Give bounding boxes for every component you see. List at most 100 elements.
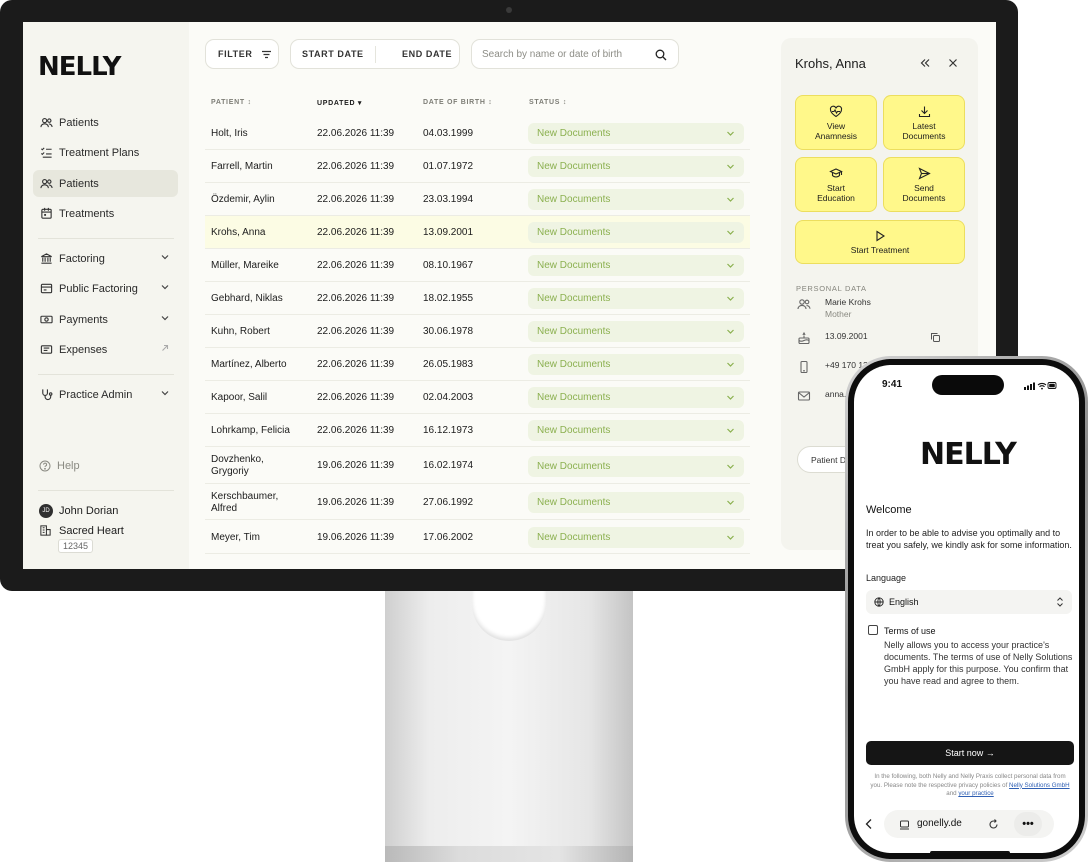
status-select[interactable]: New Documents xyxy=(528,189,744,210)
birth-date: 30.06.1978 xyxy=(423,325,474,337)
latest-documents-button[interactable]: Latest Documents xyxy=(883,95,965,150)
receipt-icon xyxy=(39,343,53,357)
status-select[interactable]: New Documents xyxy=(528,387,744,408)
table-row[interactable]: Dovzhenko, Grygoriy 19.06.2026 11:39 16.… xyxy=(205,448,750,484)
column-header-status[interactable]: STATUS ↕ xyxy=(529,99,567,106)
status-label: New Documents xyxy=(537,260,611,271)
help-link[interactable]: Help xyxy=(39,460,80,472)
avatar: JD xyxy=(39,504,53,518)
view-anamnesis-button[interactable]: View Anamnesis xyxy=(795,95,877,150)
filter-button[interactable]: FILTER xyxy=(205,39,279,69)
status-label: New Documents xyxy=(537,194,611,205)
column-header-dob[interactable]: DATE OF BIRTH ↕ xyxy=(423,99,493,106)
table-row[interactable]: Kerschbaumer, Alfred 19.06.2026 11:39 27… xyxy=(205,485,750,520)
patient-name: Farrell, Martin xyxy=(211,160,273,172)
tabs-icon[interactable] xyxy=(899,820,910,830)
status-select[interactable]: New Documents xyxy=(528,456,744,477)
chevron-down-icon xyxy=(727,535,734,540)
status-select[interactable]: New Documents xyxy=(528,156,744,177)
start-education-button[interactable]: Start Education xyxy=(795,157,877,212)
date-range-picker[interactable]: START DATE END DATE xyxy=(290,39,460,69)
reload-icon[interactable] xyxy=(988,819,999,830)
send-documents-button[interactable]: Send Documents xyxy=(883,157,965,212)
updated-date: 22.06.2026 11:39 xyxy=(317,193,395,205)
start-date-field[interactable]: START DATE xyxy=(302,49,364,59)
table-row[interactable]: Müller, Mareike 22.06.2026 11:39 08.10.1… xyxy=(205,249,750,282)
status-select[interactable]: New Documents xyxy=(528,123,744,144)
status-select[interactable]: New Documents xyxy=(528,222,744,243)
patient-name: Meyer, Tim xyxy=(211,531,260,543)
status-select[interactable]: New Documents xyxy=(528,354,744,375)
start-now-button[interactable]: Start now → xyxy=(866,741,1074,765)
birth-date: 08.10.1967 xyxy=(423,259,474,271)
sidebar-item-patients[interactable]: Patients xyxy=(33,109,178,136)
user-profile[interactable]: JD John Dorian xyxy=(39,504,118,518)
table-row[interactable]: Lohrkamp, Felicia 22.06.2026 11:39 16.12… xyxy=(205,414,750,447)
table-row[interactable]: Kapoor, Salil 22.06.2026 11:39 02.04.200… xyxy=(205,381,750,414)
status-label: New Documents xyxy=(537,497,611,508)
heart-pulse-icon xyxy=(829,105,843,117)
column-header-patient[interactable]: PATIENT ↕ xyxy=(211,99,252,106)
birth-date: 27.06.1992 xyxy=(423,496,474,508)
chevron-down-icon xyxy=(161,285,169,290)
search-box[interactable] xyxy=(471,39,679,69)
sidebar-item-practice-admin[interactable]: Practice Admin xyxy=(33,381,178,408)
start-treatment-button[interactable]: Start Treatment xyxy=(795,220,965,264)
status-icons xyxy=(1024,382,1057,390)
sidebar-item-patients-active[interactable]: Patients xyxy=(33,170,178,197)
search-input[interactable] xyxy=(482,48,652,60)
status-select[interactable]: New Documents xyxy=(528,527,744,548)
privacy-notice: In the following, both Nelly and Nelly P… xyxy=(868,773,1072,799)
close-icon[interactable] xyxy=(947,57,959,69)
status-select[interactable]: New Documents xyxy=(528,420,744,441)
chevron-down-icon xyxy=(727,329,734,334)
table-row[interactable]: Gebhard, Niklas 22.06.2026 11:39 18.02.1… xyxy=(205,282,750,315)
status-select[interactable]: New Documents xyxy=(528,288,744,309)
copy-icon[interactable] xyxy=(930,332,941,343)
sidebar-item-treatment-plans[interactable]: Treatment Plans xyxy=(33,139,178,166)
sidebar-item-payments[interactable]: Payments xyxy=(33,306,178,333)
status-label: New Documents xyxy=(537,227,611,238)
table-row-selected[interactable]: Krohs, Anna 22.06.2026 11:39 13.09.2001 … xyxy=(205,216,750,249)
table-row[interactable]: Martínez, Alberto 22.06.2026 11:39 26.05… xyxy=(205,348,750,381)
table-row[interactable]: Meyer, Tim 19.06.2026 11:39 17.06.2002 N… xyxy=(205,521,750,554)
contact-person: Marie Krohs Mother xyxy=(797,297,871,319)
search-icon[interactable] xyxy=(655,49,667,61)
table-row[interactable]: Farrell, Martin 22.06.2026 11:39 01.07.1… xyxy=(205,150,750,183)
status-label: New Documents xyxy=(537,326,611,337)
filter-label: FILTER xyxy=(218,49,253,59)
status-label: New Documents xyxy=(537,359,611,370)
more-options-icon[interactable]: ••• xyxy=(1014,812,1042,836)
sidebar-item-treatments[interactable]: Treatments xyxy=(33,200,178,227)
practice-code-badge: 12345 xyxy=(58,539,94,553)
collapse-icon[interactable] xyxy=(919,57,931,69)
terms-checkbox[interactable] xyxy=(868,625,878,635)
table-row[interactable]: Özdemir, Aylin 22.06.2026 11:39 23.03.19… xyxy=(205,183,750,216)
chevron-down-icon xyxy=(727,500,734,505)
chevron-down-icon xyxy=(727,131,734,136)
column-header-label: UPDATED xyxy=(317,100,356,107)
table-row[interactable]: Kuhn, Robert 22.06.2026 11:39 30.06.1978… xyxy=(205,315,750,348)
end-date-field[interactable]: END DATE xyxy=(402,49,452,59)
sidebar-item-public-factoring[interactable]: Public Factoring xyxy=(33,275,178,302)
patient-name: Müller, Mareike xyxy=(211,259,279,271)
phone-bezel: 9:41 NELLY Welcome In order to be able t… xyxy=(848,359,1085,859)
back-icon[interactable] xyxy=(864,818,874,830)
status-select[interactable]: New Documents xyxy=(528,321,744,342)
status-select[interactable]: New Documents xyxy=(528,492,744,513)
privacy-and: and xyxy=(946,790,957,797)
sidebar-item-expenses[interactable]: Expenses xyxy=(33,336,178,363)
privacy-link-nelly[interactable]: Nelly Solutions GmbH xyxy=(1009,782,1070,789)
status-select[interactable]: New Documents xyxy=(528,255,744,276)
mobile-app-screen: 9:41 NELLY Welcome In order to be able t… xyxy=(854,365,1079,853)
patient-name: Lohrkamp, Felicia xyxy=(211,424,290,436)
chevron-down-icon xyxy=(727,362,734,367)
external-link-icon xyxy=(162,344,169,351)
birth-date: 01.07.1972 xyxy=(423,160,474,172)
column-header-label: PATIENT xyxy=(211,99,245,106)
sidebar-item-factoring[interactable]: Factoring xyxy=(33,245,178,272)
language-select[interactable]: English xyxy=(866,590,1072,614)
column-header-updated[interactable]: UPDATED ▾ xyxy=(317,99,362,107)
table-row[interactable]: Holt, Iris 22.06.2026 11:39 04.03.1999 N… xyxy=(205,117,750,150)
privacy-link-practice[interactable]: your practice xyxy=(958,790,993,797)
